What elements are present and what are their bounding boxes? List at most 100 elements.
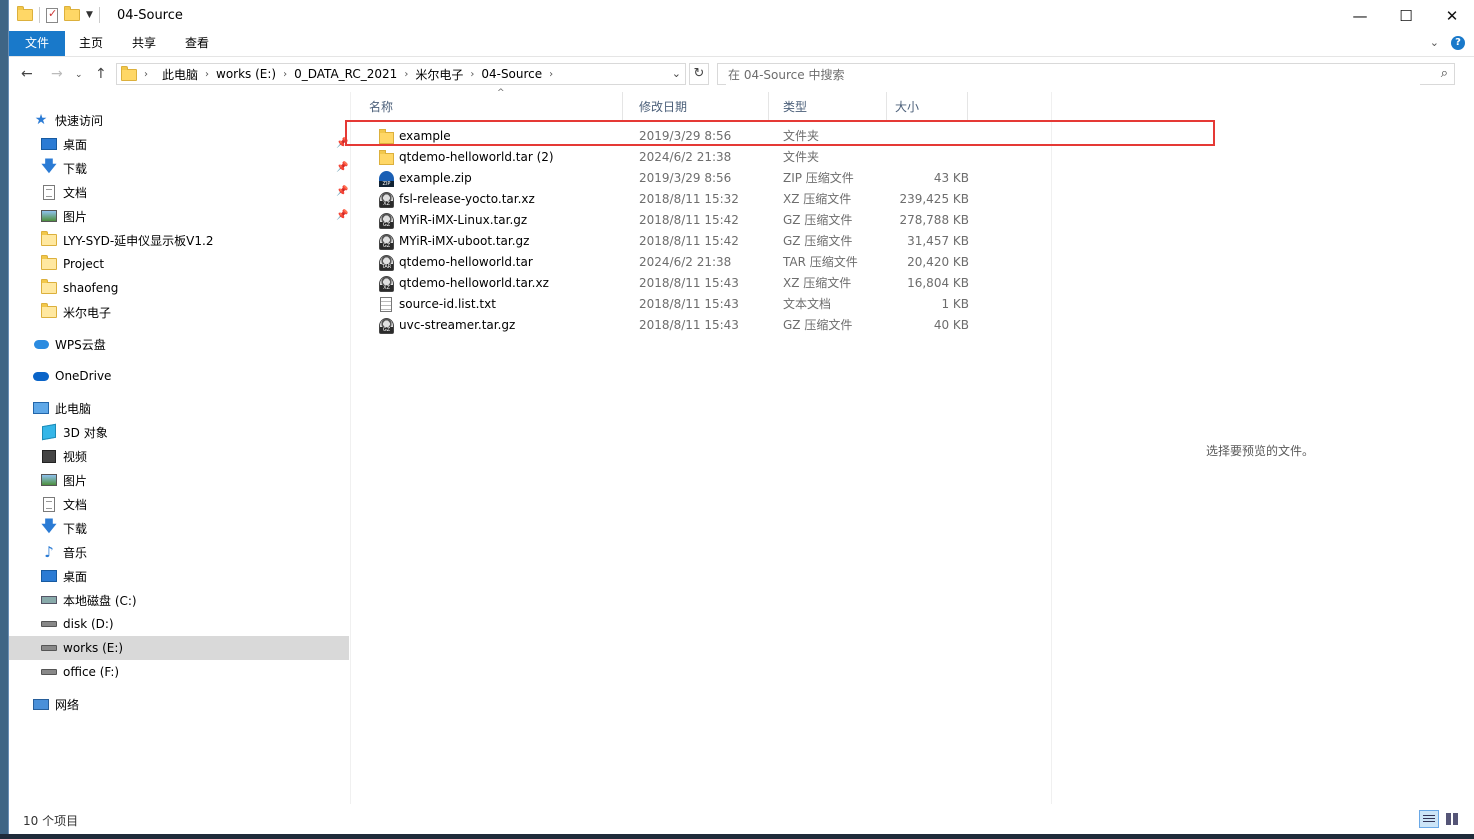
nav-item-videos[interactable]: 视频 [41, 444, 87, 468]
file-row[interactable]: TAR qtdemo-helloworld.tar 2024/6/2 21:38… [351, 252, 1051, 273]
nav-item-drive-d[interactable]: disk (D:) [41, 612, 114, 636]
preview-message: 选择要预览的文件。 [1206, 444, 1315, 458]
new-folder-icon[interactable] [64, 6, 80, 21]
maximize-button[interactable]: ☐ [1383, 0, 1429, 31]
refresh-button[interactable]: ↻ [689, 63, 709, 85]
nav-item-lyy-syd[interactable]: LYY-SYD-延申仪显示板V1.2 [41, 228, 213, 252]
help-icon[interactable]: ? [1451, 36, 1465, 50]
breadcrumb-separator-icon[interactable]: › [137, 69, 155, 80]
nav-item-project[interactable]: Project [41, 252, 104, 276]
file-type: TAR 压缩文件 [783, 255, 858, 269]
pin-icon[interactable]: 📌 [336, 162, 348, 173]
pin-icon[interactable]: 📌 [336, 210, 348, 221]
file-explorer-window: ▼ 04-Source — ☐ ✕ 文件 主页 共享 查看 ⌄ ? ← → ⌄ … [8, 0, 1474, 834]
file-row[interactable]: GZ MYiR-iMX-Linux.tar.gz 2018/8/11 15:42… [351, 210, 1051, 231]
ribbon-controls: ⌄ ? [1430, 36, 1465, 50]
toolbar-divider [98, 7, 100, 23]
file-date: 2018/8/11 15:32 [639, 192, 739, 206]
breadcrumb-separator-icon[interactable]: › [549, 69, 553, 80]
nav-item-3d-objects[interactable]: 3D 对象 [41, 420, 108, 444]
nav-item-pictures[interactable]: 图片 [41, 204, 87, 228]
tab-home[interactable]: 主页 [71, 31, 111, 56]
nav-item-shaofeng[interactable]: shaofeng [41, 276, 118, 300]
nav-item-documents-pc[interactable]: 文档 [41, 492, 87, 516]
file-type: GZ 压缩文件 [783, 213, 853, 227]
close-button[interactable]: ✕ [1429, 0, 1474, 31]
breadcrumb-04-source[interactable]: 04-Source [474, 67, 549, 81]
file-type: 文件夹 [783, 150, 820, 164]
breadcrumb-this-pc[interactable]: 此电脑 [155, 66, 205, 83]
breadcrumb-myir[interactable]: 米尔电子 [408, 66, 470, 83]
nav-item-desktop-pc[interactable]: 桌面 [41, 564, 87, 588]
forward-arrow-icon[interactable]: → [51, 66, 63, 82]
column-header-size[interactable]: 大小 [887, 92, 968, 120]
up-arrow-icon[interactable]: ↑ [95, 66, 107, 82]
nav-item-downloads-pc[interactable]: 🡇 下载 [41, 516, 87, 540]
file-row[interactable]: example 2019/3/29 8:56 文件夹 [351, 126, 1051, 147]
file-row[interactable]: source-id.list.txt 2018/8/11 15:43 文本文档 … [351, 294, 1051, 315]
file-date: 2019/3/29 8:56 [639, 171, 732, 185]
nav-label: works (E:) [63, 641, 124, 655]
file-row[interactable]: qtdemo-helloworld.tar (2) 2024/6/2 21:38… [351, 147, 1051, 168]
search-icon[interactable]: ⌕ [1441, 66, 1448, 81]
folder-icon [41, 231, 57, 248]
address-bar[interactable]: › 此电脑 › works (E:) › 0_DATA_RC_2021 › 米尔… [116, 63, 686, 85]
navigation-pane: ★ 快速访问 桌面 📌 🡇 下载 📌 文档 📌 图片 📌 LYY-SYD-延申仪… [9, 92, 351, 804]
nav-item-drive-f[interactable]: office (F:) [41, 660, 119, 684]
nav-onedrive[interactable]: OneDrive [33, 364, 111, 388]
search-box[interactable]: ⌕ [717, 63, 1455, 85]
nav-wps-cloud[interactable]: WPS云盘 [33, 332, 106, 356]
tab-share[interactable]: 共享 [124, 31, 164, 56]
nav-quick-access[interactable]: ★ 快速访问 [33, 108, 103, 132]
tab-view[interactable]: 查看 [177, 31, 217, 56]
nav-item-documents[interactable]: 文档 [41, 180, 87, 204]
properties-icon[interactable] [46, 7, 58, 23]
document-icon [41, 184, 57, 200]
customize-toolbar-dropdown-icon[interactable]: ▼ [86, 10, 93, 20]
pin-icon[interactable]: 📌 [336, 138, 348, 149]
column-header-date[interactable]: 修改日期 [623, 92, 769, 120]
3d-objects-icon [41, 423, 57, 441]
recent-locations-chevron-icon[interactable]: ⌄ [75, 70, 83, 80]
nav-item-drive-e[interactable]: works (E:) [9, 636, 349, 660]
column-header-type[interactable]: 类型 [769, 92, 887, 120]
nav-label: 本地磁盘 (C:) [63, 593, 137, 608]
download-icon: 🡇 [41, 156, 57, 175]
file-row[interactable]: GZ uvc-streamer.tar.gz 2018/8/11 15:43 G… [351, 315, 1051, 336]
nav-this-pc[interactable]: 此电脑 [33, 396, 91, 420]
nav-item-music[interactable]: ♪ 音乐 [41, 540, 87, 564]
drive-icon [41, 616, 57, 632]
nav-label: 图片 [63, 473, 88, 488]
nav-item-drive-c[interactable]: 本地磁盘 (C:) [41, 588, 137, 612]
breadcrumb-works-drive[interactable]: works (E:) [209, 67, 283, 81]
onedrive-cloud-icon [33, 368, 49, 384]
file-row[interactable]: ZIP example.zip 2019/3/29 8:56 ZIP 压缩文件 … [351, 168, 1051, 189]
file-row[interactable]: GZ MYiR-iMX-uboot.tar.gz 2018/8/11 15:42… [351, 231, 1051, 252]
address-dropdown-icon[interactable]: ⌄ [672, 67, 681, 80]
minimize-button[interactable]: — [1337, 0, 1383, 31]
nav-item-downloads[interactable]: 🡇 下载 [41, 156, 87, 180]
file-row[interactable]: XZ qtdemo-helloworld.tar.xz 2018/8/11 15… [351, 273, 1051, 294]
file-size: 278,788 KB [899, 213, 969, 227]
tab-file[interactable]: 文件 [9, 31, 65, 56]
back-arrow-icon[interactable]: ← [21, 66, 33, 82]
file-type: GZ 压缩文件 [783, 234, 853, 248]
file-name: uvc-streamer.tar.gz [399, 318, 516, 332]
column-header-name[interactable]: 名称 [351, 92, 623, 120]
nav-item-pictures-pc[interactable]: 图片 [41, 468, 87, 492]
nav-item-desktop[interactable]: 桌面 [41, 132, 87, 156]
nav-label: LYY-SYD-延申仪显示板V1.2 [63, 233, 214, 248]
large-icons-view-button[interactable] [1443, 810, 1463, 828]
search-input[interactable] [726, 65, 1420, 85]
details-view-button[interactable] [1419, 810, 1439, 828]
desktop-icon [41, 136, 57, 152]
pin-icon[interactable]: 📌 [336, 186, 348, 197]
file-size: 31,457 KB [907, 234, 969, 248]
nav-network[interactable]: 网络 [33, 692, 79, 716]
folder-icon [379, 150, 395, 166]
breadcrumb-data-rc-2021[interactable]: 0_DATA_RC_2021 [287, 67, 404, 81]
expand-ribbon-icon[interactable]: ⌄ [1430, 36, 1439, 50]
file-name: MYiR-iMX-Linux.tar.gz [399, 213, 528, 227]
nav-item-myir[interactable]: 米尔电子 [41, 300, 111, 324]
file-row[interactable]: XZ fsl-release-yocto.tar.xz 2018/8/11 15… [351, 189, 1051, 210]
